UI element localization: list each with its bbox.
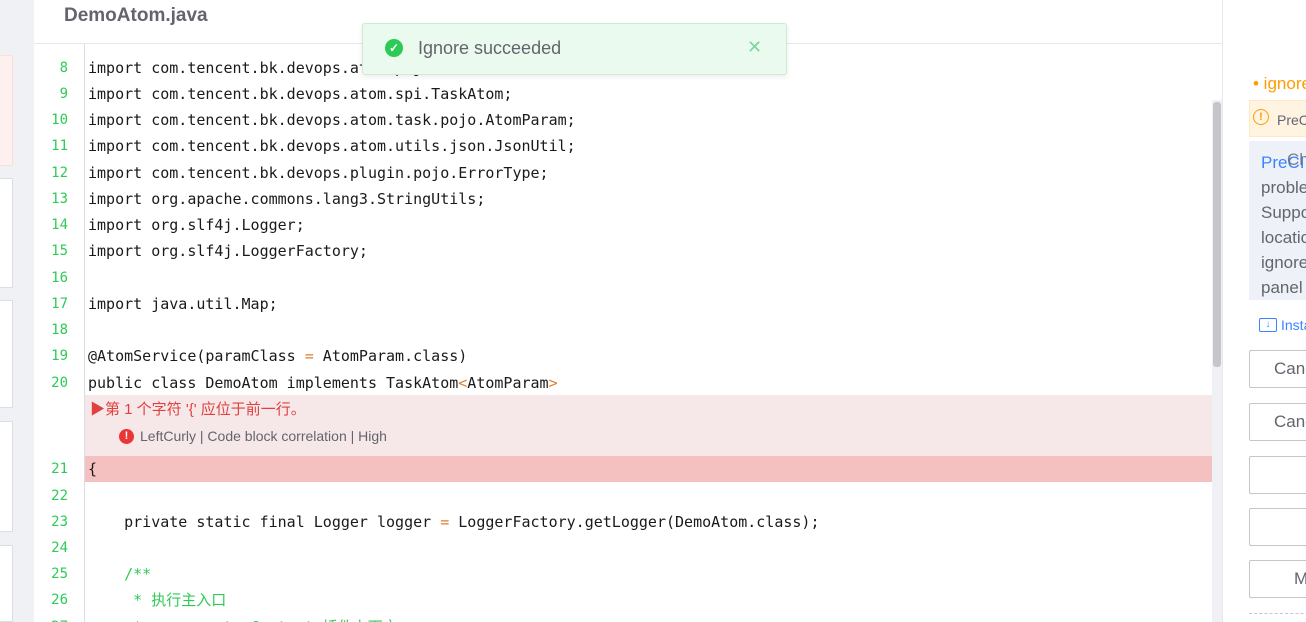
install-link[interactable]: ↓ Install [1259, 317, 1306, 333]
code-line: import org.slf4j.LoggerFactory; [88, 242, 368, 260]
description-line: ignore [1261, 253, 1306, 272]
code-line: import com.tencent.bk.devops.atom.task.p… [88, 111, 576, 129]
warning-icon: ! [1253, 109, 1269, 125]
line-number: 13 [51, 191, 68, 207]
success-toast: ✓ Ignore succeeded ✕ [362, 23, 787, 75]
code-editor: import com.tencent.bk.devops.atom.common… [34, 0, 1222, 622]
preci-warning: ! PreCI [1249, 100, 1306, 137]
line-number: 21 [51, 461, 68, 477]
issue-message[interactable]: ▶第 1 个字符 '{' 应位于前一行。 [90, 398, 306, 419]
line-number: 12 [51, 165, 68, 181]
action-button[interactable] [1249, 508, 1306, 546]
line-number: 19 [51, 348, 68, 364]
code-line: /** [88, 565, 152, 583]
line-number: 9 [59, 86, 68, 102]
code-line: import com.tencent.bk.devops.atom.utils.… [88, 137, 576, 155]
error-line-highlight [85, 456, 1212, 482]
line-number: 17 [51, 296, 68, 312]
sidebar-card[interactable] [0, 421, 13, 532]
action-button[interactable] [1249, 456, 1306, 494]
line-number: 20 [51, 375, 68, 391]
ignore-tag: • ignore [1253, 74, 1306, 93]
code-line: { [88, 460, 98, 478]
issue-detail-panel: • ignore ! PreCI PreCI problems Support … [1222, 0, 1306, 622]
success-check-icon: ✓ [385, 39, 403, 57]
line-number: 14 [51, 217, 68, 233]
line-number: 25 [51, 566, 68, 582]
code-line: public class DemoAtom implements TaskAto… [88, 374, 558, 392]
line-number: 22 [51, 488, 68, 504]
description-line: problems [1261, 178, 1306, 197]
sidebar-card[interactable] [0, 300, 13, 408]
line-number: 27 [34, 614, 68, 622]
line-number: 18 [51, 322, 68, 338]
sidebar-card[interactable] [0, 178, 13, 288]
issue-meta: ! LeftCurly | Code block correlation | H… [119, 428, 387, 444]
error-icon: ! [119, 428, 134, 444]
line-number: 16 [51, 270, 68, 286]
cancel-button[interactable]: Cancel [1249, 403, 1306, 441]
close-icon[interactable]: ✕ [747, 37, 762, 58]
code-line: import com.tencent.bk.devops.plugin.pojo… [88, 164, 549, 182]
description-line: location [1261, 228, 1306, 247]
more-button[interactable]: More [1249, 560, 1306, 598]
description-line: panel [1261, 278, 1303, 297]
file-title: DemoAtom.java [64, 5, 208, 26]
panel-divider [1249, 613, 1306, 614]
sidebar-card[interactable] [0, 545, 13, 622]
code-line: private static final Logger logger = Log… [88, 513, 820, 531]
toast-message: Ignore succeeded [418, 38, 562, 58]
line-number: 26 [51, 592, 68, 608]
issue-meta-text: LeftCurly | Code block correlation | Hig… [140, 428, 387, 444]
line-number: 23 [51, 514, 68, 530]
sidebar-card-active[interactable] [0, 55, 13, 166]
vertical-scrollbar[interactable] [1212, 100, 1222, 622]
code-line: import java.util.Map; [88, 295, 278, 313]
code-line: import org.slf4j.Logger; [88, 216, 305, 234]
code-line: @AtomService(paramClass = AtomParam.clas… [88, 347, 468, 365]
line-number: 24 [51, 540, 68, 556]
line-number: 11 [51, 138, 68, 154]
install-label: Install [1281, 317, 1306, 333]
code-line: * @param atomContext 插件上下文 [88, 614, 398, 622]
code-line: import com.tencent.bk.devops.atom.spi.Ta… [88, 85, 513, 103]
download-icon: ↓ [1259, 318, 1277, 332]
code-line: * 执行主入口 [88, 591, 227, 609]
scrollbar-thumb[interactable] [1213, 102, 1221, 367]
line-number: 15 [51, 243, 68, 259]
cancel-button[interactable]: Cancel [1249, 350, 1306, 388]
code-line: import org.apache.commons.lang3.StringUt… [88, 190, 486, 208]
line-number: 8 [59, 60, 68, 76]
code-area[interactable]: import com.tencent.bk.devops.atom.common… [34, 33, 1212, 622]
left-sidebar-strip [0, 0, 34, 622]
line-number: 10 [51, 112, 68, 128]
description-box: PreCI problems Support location ignore p… [1249, 141, 1306, 300]
description-line: Support [1261, 203, 1306, 222]
description-overlay: Ch [1287, 150, 1306, 169]
issue-widget: ▶第 1 个字符 '{' 应位于前一行。 ! LeftCurly | Code … [85, 395, 1212, 457]
warning-text: PreCI [1277, 112, 1306, 128]
